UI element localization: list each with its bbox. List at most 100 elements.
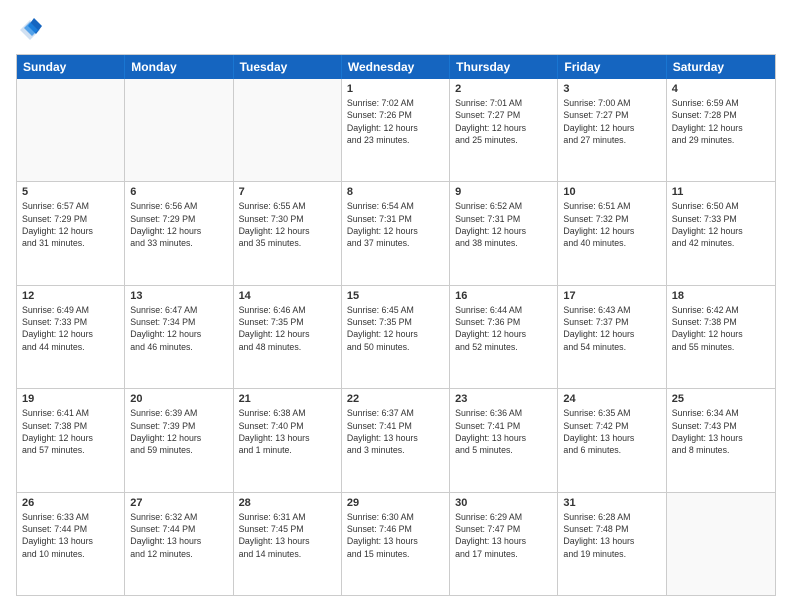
cal-cell: 4 Sunrise: 6:59 AM Sunset: 7:28 PM Daylig… (667, 79, 775, 181)
cell-date: 27 (130, 497, 227, 509)
cal-cell: 28 Sunrise: 6:31 AM Sunset: 7:45 PM Dayli… (234, 493, 342, 595)
cell-date: 24 (563, 393, 660, 405)
calendar-body: 1 Sunrise: 7:02 AM Sunset: 7:26 PM Daylig… (17, 79, 775, 595)
cal-cell: 7 Sunrise: 6:55 AM Sunset: 7:30 PM Daylig… (234, 182, 342, 284)
cell-date: 18 (672, 290, 770, 302)
cal-cell: 17 Sunrise: 6:43 AM Sunset: 7:37 PM Dayli… (558, 286, 666, 388)
cell-info: Sunrise: 7:02 AM Sunset: 7:26 PM Dayligh… (347, 97, 444, 146)
cell-info: Sunrise: 6:35 AM Sunset: 7:42 PM Dayligh… (563, 407, 660, 456)
cal-row: 19 Sunrise: 6:41 AM Sunset: 7:38 PM Dayli… (17, 389, 775, 492)
cal-cell (234, 79, 342, 181)
cal-cell: 9 Sunrise: 6:52 AM Sunset: 7:31 PM Daylig… (450, 182, 558, 284)
cell-date: 5 (22, 186, 119, 198)
cell-info: Sunrise: 6:32 AM Sunset: 7:44 PM Dayligh… (130, 511, 227, 560)
cell-date: 14 (239, 290, 336, 302)
page: SundayMondayTuesdayWednesdayThursdayFrid… (0, 0, 792, 612)
cell-date: 4 (672, 83, 770, 95)
cal-cell: 24 Sunrise: 6:35 AM Sunset: 7:42 PM Dayli… (558, 389, 666, 491)
cal-cell: 6Sunrise: 6:56 AM Sunset: 7:29 PM Daylig… (125, 182, 233, 284)
cal-row: 26 Sunrise: 6:33 AM Sunset: 7:44 PM Dayli… (17, 493, 775, 595)
cell-date: 17 (563, 290, 660, 302)
cell-info: Sunrise: 6:41 AM Sunset: 7:38 PM Dayligh… (22, 407, 119, 456)
cal-header-cell: Friday (558, 55, 666, 79)
cal-cell: 25Sunrise: 6:34 AM Sunset: 7:43 PM Dayli… (667, 389, 775, 491)
cal-cell: 1 Sunrise: 7:02 AM Sunset: 7:26 PM Daylig… (342, 79, 450, 181)
cal-cell: 30Sunrise: 6:29 AM Sunset: 7:47 PM Dayli… (450, 493, 558, 595)
cal-cell: 22Sunrise: 6:37 AM Sunset: 7:41 PM Dayli… (342, 389, 450, 491)
logo-icon (16, 16, 44, 44)
cell-info: Sunrise: 6:52 AM Sunset: 7:31 PM Dayligh… (455, 200, 552, 249)
cell-info: Sunrise: 6:43 AM Sunset: 7:37 PM Dayligh… (563, 304, 660, 353)
cell-date: 9 (455, 186, 552, 198)
cell-info: Sunrise: 6:33 AM Sunset: 7:44 PM Dayligh… (22, 511, 119, 560)
logo (16, 16, 48, 44)
cell-info: Sunrise: 6:57 AM Sunset: 7:29 PM Dayligh… (22, 200, 119, 249)
cell-date: 30 (455, 497, 552, 509)
cell-date: 7 (239, 186, 336, 198)
cal-cell: 18 Sunrise: 6:42 AM Sunset: 7:38 PM Dayli… (667, 286, 775, 388)
cal-header-cell: Wednesday (342, 55, 450, 79)
cal-cell: 3 Sunrise: 7:00 AM Sunset: 7:27 PM Daylig… (558, 79, 666, 181)
cell-date: 2 (455, 83, 552, 95)
cal-header-cell: Saturday (667, 55, 775, 79)
cell-info: Sunrise: 6:47 AM Sunset: 7:34 PM Dayligh… (130, 304, 227, 353)
cell-info: Sunrise: 6:45 AM Sunset: 7:35 PM Dayligh… (347, 304, 444, 353)
cell-date: 28 (239, 497, 336, 509)
cal-cell: 23Sunrise: 6:36 AM Sunset: 7:41 PM Dayli… (450, 389, 558, 491)
cal-cell: 21 Sunrise: 6:38 AM Sunset: 7:40 PM Dayli… (234, 389, 342, 491)
cell-date: 31 (563, 497, 660, 509)
cell-info: Sunrise: 6:42 AM Sunset: 7:38 PM Dayligh… (672, 304, 770, 353)
cell-info: Sunrise: 6:56 AM Sunset: 7:29 PM Dayligh… (130, 200, 227, 249)
cal-cell: 5 Sunrise: 6:57 AM Sunset: 7:29 PM Daylig… (17, 182, 125, 284)
cell-info: Sunrise: 6:31 AM Sunset: 7:45 PM Dayligh… (239, 511, 336, 560)
cell-info: Sunrise: 6:59 AM Sunset: 7:28 PM Dayligh… (672, 97, 770, 146)
cell-info: Sunrise: 6:51 AM Sunset: 7:32 PM Dayligh… (563, 200, 660, 249)
cal-row: 5 Sunrise: 6:57 AM Sunset: 7:29 PM Daylig… (17, 182, 775, 285)
cell-date: 29 (347, 497, 444, 509)
cell-info: Sunrise: 6:50 AM Sunset: 7:33 PM Dayligh… (672, 200, 770, 249)
cell-date: 23 (455, 393, 552, 405)
cell-date: 26 (22, 497, 119, 509)
calendar: SundayMondayTuesdayWednesdayThursdayFrid… (16, 54, 776, 596)
cal-header-cell: Sunday (17, 55, 125, 79)
cal-cell (667, 493, 775, 595)
cal-header-cell: Tuesday (234, 55, 342, 79)
cell-date: 16 (455, 290, 552, 302)
cal-cell: 12 Sunrise: 6:49 AM Sunset: 7:33 PM Dayli… (17, 286, 125, 388)
cell-info: Sunrise: 6:55 AM Sunset: 7:30 PM Dayligh… (239, 200, 336, 249)
cal-cell: 10 Sunrise: 6:51 AM Sunset: 7:32 PM Dayli… (558, 182, 666, 284)
cal-cell: 11Sunrise: 6:50 AM Sunset: 7:33 PM Dayli… (667, 182, 775, 284)
cell-date: 10 (563, 186, 660, 198)
cal-cell: 16 Sunrise: 6:44 AM Sunset: 7:36 PM Dayli… (450, 286, 558, 388)
cal-cell (125, 79, 233, 181)
cal-cell: 29 Sunrise: 6:30 AM Sunset: 7:46 PM Dayli… (342, 493, 450, 595)
cell-info: Sunrise: 7:00 AM Sunset: 7:27 PM Dayligh… (563, 97, 660, 146)
cell-info: Sunrise: 6:28 AM Sunset: 7:48 PM Dayligh… (563, 511, 660, 560)
cal-row: 1 Sunrise: 7:02 AM Sunset: 7:26 PM Daylig… (17, 79, 775, 182)
cell-info: Sunrise: 6:38 AM Sunset: 7:40 PM Dayligh… (239, 407, 336, 456)
cell-date: 21 (239, 393, 336, 405)
cell-info: Sunrise: 6:54 AM Sunset: 7:31 PM Dayligh… (347, 200, 444, 249)
cal-cell: 13 Sunrise: 6:47 AM Sunset: 7:34 PM Dayli… (125, 286, 233, 388)
cal-cell: 8 Sunrise: 6:54 AM Sunset: 7:31 PM Daylig… (342, 182, 450, 284)
cell-info: Sunrise: 6:44 AM Sunset: 7:36 PM Dayligh… (455, 304, 552, 353)
cal-cell: 27 Sunrise: 6:32 AM Sunset: 7:44 PM Dayli… (125, 493, 233, 595)
cell-info: Sunrise: 6:49 AM Sunset: 7:33 PM Dayligh… (22, 304, 119, 353)
cal-cell: 20Sunrise: 6:39 AM Sunset: 7:39 PM Dayli… (125, 389, 233, 491)
cell-date: 1 (347, 83, 444, 95)
cal-cell: 2Sunrise: 7:01 AM Sunset: 7:27 PM Daylig… (450, 79, 558, 181)
calendar-header: SundayMondayTuesdayWednesdayThursdayFrid… (17, 55, 775, 79)
cal-cell: 14Sunrise: 6:46 AM Sunset: 7:35 PM Dayli… (234, 286, 342, 388)
cell-date: 12 (22, 290, 119, 302)
cal-header-cell: Monday (125, 55, 233, 79)
cell-info: Sunrise: 6:30 AM Sunset: 7:46 PM Dayligh… (347, 511, 444, 560)
cell-date: 8 (347, 186, 444, 198)
cell-info: Sunrise: 6:39 AM Sunset: 7:39 PM Dayligh… (130, 407, 227, 456)
cell-date: 19 (22, 393, 119, 405)
cal-cell: 31 Sunrise: 6:28 AM Sunset: 7:48 PM Dayli… (558, 493, 666, 595)
cell-date: 13 (130, 290, 227, 302)
cell-date: 25 (672, 393, 770, 405)
cal-cell (17, 79, 125, 181)
cell-date: 3 (563, 83, 660, 95)
cell-date: 15 (347, 290, 444, 302)
